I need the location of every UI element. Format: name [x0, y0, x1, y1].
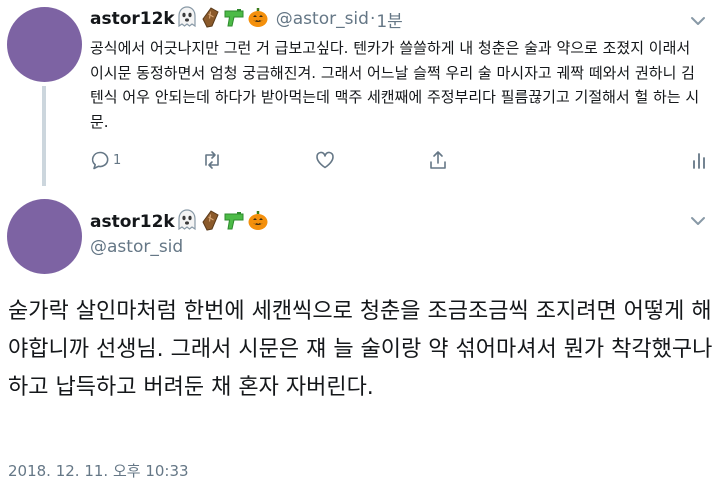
coffin-icon	[199, 209, 221, 235]
coffin-icon	[199, 6, 221, 32]
thread-connector-line	[42, 86, 46, 186]
reply-header: astor12k @astor_sid · 1분	[90, 6, 403, 32]
avatar[interactable]	[7, 7, 82, 82]
reply-button[interactable]: 1	[90, 150, 121, 170]
jack-o-lantern-icon	[247, 6, 269, 32]
like-button[interactable]	[315, 150, 335, 170]
ghost-icon	[177, 6, 197, 32]
time-separator: ·	[369, 9, 376, 29]
avatar[interactable]	[7, 199, 82, 274]
main-name-row: astor12k	[90, 209, 269, 235]
reply-count: 1	[113, 152, 122, 168]
tweet-time[interactable]: 1분	[376, 7, 402, 32]
tweet-timestamp[interactable]: 2018. 12. 11. 오후 10:33	[8, 460, 189, 481]
user-handle[interactable]: @astor_sid	[276, 9, 369, 29]
analytics-icon	[693, 153, 705, 169]
jack-o-lantern-icon	[247, 209, 269, 235]
water-pistol-icon	[223, 209, 245, 235]
retweet-icon	[205, 151, 219, 169]
retweet-button[interactable]	[201, 150, 223, 170]
reply-text: 공식에서 어긋나지만 그런 거 급보고싶다. 텐카가 쓸쓸하게 내 청춘은 술과…	[90, 39, 700, 131]
tweet-text: 숟가락 살인마처럼 한번에 세캔씩으로 청춘을 조금조금씩 조지려면 어떻게 해…	[8, 299, 713, 400]
heart-icon	[316, 151, 334, 169]
display-name[interactable]: astor12k	[90, 9, 175, 29]
comment-icon	[91, 151, 109, 170]
user-handle[interactable]: @astor_sid	[90, 237, 183, 257]
water-pistol-icon	[223, 6, 245, 32]
display-name[interactable]: astor12k	[90, 212, 175, 232]
analytics-button[interactable]	[692, 151, 706, 169]
share-icon	[430, 151, 446, 169]
share-button[interactable]	[428, 150, 448, 170]
chevron-down-icon[interactable]	[690, 212, 706, 231]
chevron-down-icon[interactable]	[690, 12, 706, 31]
ghost-icon	[177, 209, 197, 235]
